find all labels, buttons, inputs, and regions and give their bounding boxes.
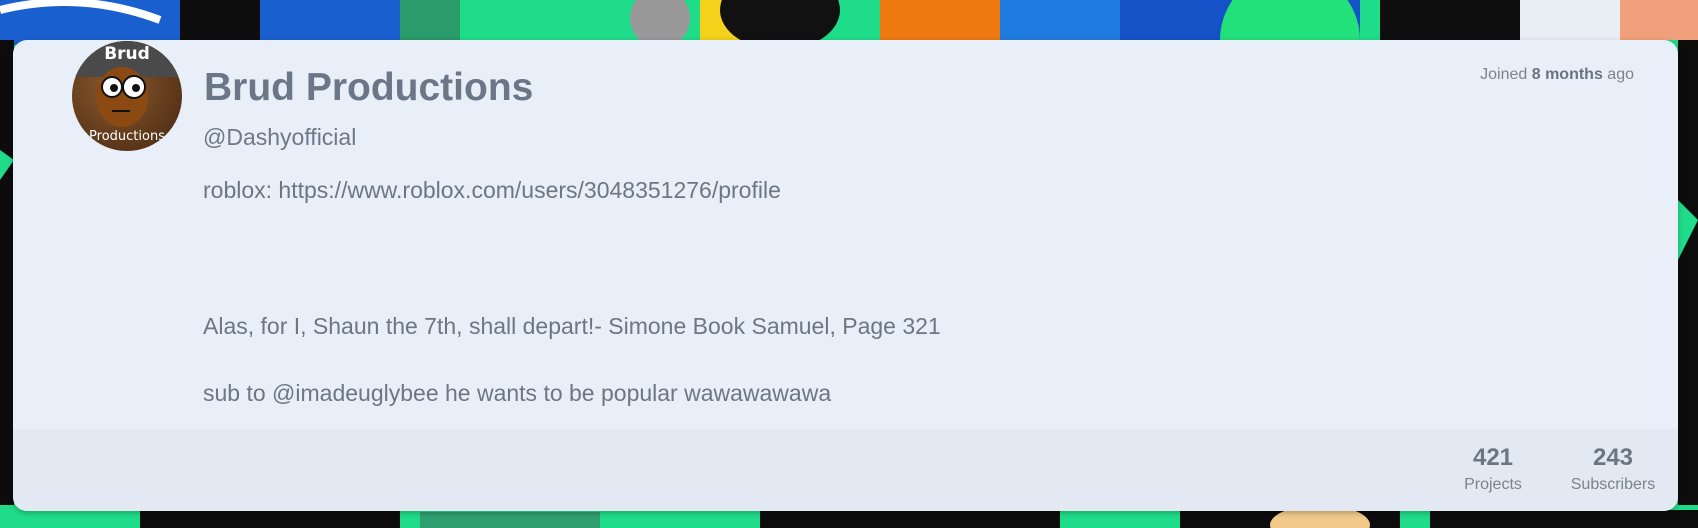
projects-count: 421	[1472, 444, 1514, 471]
avatar-bottom-text: Productions	[89, 129, 165, 144]
bio-line-roblox[interactable]: roblox: https://www.roblox.com/users/304…	[203, 177, 781, 204]
profile-stats-bar	[13, 429, 1678, 511]
avatar-top-text: Brud	[104, 44, 150, 64]
joined-suffix: ago	[1607, 66, 1634, 83]
bio-line-quote: Alas, for I, Shaun the 7th, shall depart…	[203, 313, 941, 339]
user-handle: @Dashyofficial	[203, 124, 357, 150]
joined-value: 8 months	[1531, 66, 1603, 83]
stat-projects[interactable]: 421 Projects	[1443, 444, 1543, 494]
projects-label: Projects	[1464, 476, 1522, 493]
joined-prefix: Joined	[1480, 66, 1528, 83]
subscribers-label: Subscribers	[1570, 476, 1656, 493]
avatar-image: Brud Productions	[72, 41, 182, 151]
display-name: Brud Productions	[204, 66, 534, 109]
bio-line-sub: sub to @imadeuglybee he wants to be popu…	[203, 380, 832, 406]
profile-card: Brud Productions Brud Productions @Dashy…	[13, 40, 1678, 511]
avatar[interactable]: Brud Productions	[66, 40, 188, 157]
subscribers-count: 243	[1592, 444, 1634, 471]
stat-subscribers[interactable]: 243 Subscribers	[1558, 444, 1668, 494]
joined-date: Joined 8 months ago	[1480, 66, 1634, 84]
